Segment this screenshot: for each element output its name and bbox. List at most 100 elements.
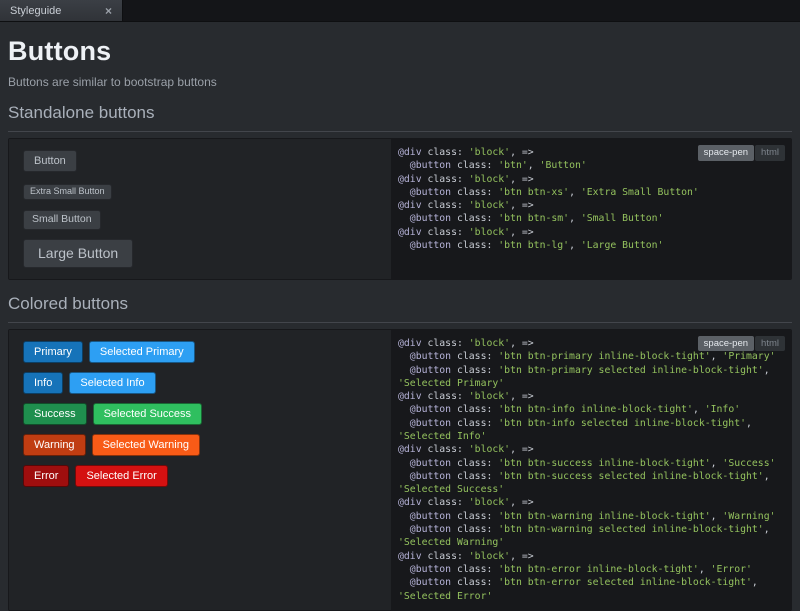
page-subtitle: Buttons are similar to bootstrap buttons <box>8 75 792 89</box>
badge-html[interactable]: html <box>755 145 785 161</box>
code-at-token: @div <box>398 497 422 508</box>
code-line: @button class: 'btn btn-info selected in… <box>398 417 784 444</box>
code-line: @button class: 'btn btn-error selected i… <box>398 576 784 603</box>
code-string-token: 'block' <box>469 227 510 238</box>
button-row: Error Selected Error <box>23 465 377 487</box>
styleguide-button[interactable]: Small Button <box>23 210 101 230</box>
example-code-panel: space-penhtml @div class: 'block', => @bu… <box>391 139 791 279</box>
styleguide-button[interactable]: Selected Success <box>93 403 202 425</box>
button-row: Warning Selected Warning <box>23 434 377 456</box>
code-string-token: 'Info' <box>705 404 740 415</box>
code-string-token: 'Selected Success' <box>398 484 504 495</box>
code-at-token: @button <box>410 418 451 429</box>
code-string-token: 'Success' <box>722 458 775 469</box>
example-row: Primary Selected Primary Info Selected Info… <box>8 329 792 611</box>
code-string-token: 'Error' <box>711 564 752 575</box>
code-at-token: @div <box>398 444 422 455</box>
code-at-token: @button <box>410 524 451 535</box>
button-row: Small Button <box>23 209 377 230</box>
code-line: @button class: 'btn btn-info inline-bloc… <box>398 403 784 416</box>
button-row: Info Selected Info <box>23 372 377 394</box>
code-language-badges: space-penhtml <box>697 145 785 161</box>
code-at-token: @div <box>398 200 422 211</box>
button-row: Extra Small Button <box>23 181 377 200</box>
button-row: Button <box>23 150 377 172</box>
code-line: @div class: 'block', => <box>398 199 784 212</box>
code-string-token: 'block' <box>469 147 510 158</box>
tab-bar: Styleguide × <box>0 0 800 22</box>
styleguide-section: Standalone buttons Button Extra Small Butt… <box>8 103 792 280</box>
code-string-token: 'Extra Small Button' <box>581 187 699 198</box>
code-string-token: 'btn' <box>498 160 528 171</box>
code-at-token: @button <box>410 404 451 415</box>
code-line: @div class: 'block', => <box>398 443 784 456</box>
code-at-token: @button <box>410 187 451 198</box>
code-string-token: 'Large Button' <box>581 240 664 251</box>
styleguide-button[interactable]: Extra Small Button <box>23 184 112 200</box>
code-at-token: @div <box>398 174 422 185</box>
code-string-token: 'Primary' <box>722 351 775 362</box>
code-at-token: @button <box>410 213 451 224</box>
styleguide-button[interactable]: Success <box>23 403 87 425</box>
code-string-token: 'btn btn-error inline-block-tight' <box>498 564 699 575</box>
styleguide-button[interactable]: Warning <box>23 434 86 456</box>
badge-space-pen[interactable]: space-pen <box>698 336 754 352</box>
styleguide-button[interactable]: Selected Info <box>69 372 155 394</box>
badge-space-pen[interactable]: space-pen <box>698 145 754 161</box>
styleguide-button[interactable]: Primary <box>23 341 83 363</box>
code-string-token: 'block' <box>469 497 510 508</box>
code-string-token: 'block' <box>469 551 510 562</box>
close-icon[interactable]: × <box>102 4 115 18</box>
section-heading: Standalone buttons <box>8 103 792 132</box>
code-at-token: @button <box>410 458 451 469</box>
section-heading: Colored buttons <box>8 294 792 323</box>
styleguide-button[interactable]: Error <box>23 465 69 487</box>
button-row: Primary Selected Primary <box>23 341 377 363</box>
styleguide-button[interactable]: Info <box>23 372 63 394</box>
styleguide-button[interactable]: Button <box>23 150 77 172</box>
code-string-token: 'block' <box>469 391 510 402</box>
styleguide-button[interactable]: Selected Error <box>75 465 167 487</box>
code-language-badges: space-penhtml <box>697 336 785 352</box>
code-string-token: 'Small Button' <box>581 213 664 224</box>
code-string-token: 'btn btn-error selected inline-block-tig… <box>498 577 752 588</box>
styleguide-button[interactable]: Selected Warning <box>92 434 200 456</box>
code-at-token: @button <box>410 511 451 522</box>
code-at-token: @button <box>410 160 451 171</box>
button-row: Success Selected Success <box>23 403 377 425</box>
styleguide-button[interactable]: Large Button <box>23 239 133 268</box>
code-string-token: 'Warning' <box>722 511 775 522</box>
code-line: @button class: 'btn btn-primary selected… <box>398 364 784 391</box>
code-line: @button class: 'btn btn-warning inline-b… <box>398 510 784 523</box>
code-string-token: 'btn btn-info inline-block-tight' <box>498 404 693 415</box>
code-line: @button class: 'btn', 'Button' <box>398 159 784 172</box>
code-line: @button class: 'btn btn-lg', 'Large Butt… <box>398 239 784 252</box>
code-at-token: @button <box>410 240 451 251</box>
code-at-token: @button <box>410 351 451 362</box>
styleguide-section: Colored buttons Primary Selected Primary In… <box>8 294 792 611</box>
code-string-token: 'btn btn-warning inline-block-tight' <box>498 511 710 522</box>
code-string-token: 'Selected Primary' <box>398 378 504 389</box>
styleguide-button[interactable]: Selected Primary <box>89 341 195 363</box>
code-string-token: 'Selected Error' <box>398 591 492 602</box>
tab-title: Styleguide <box>10 5 102 17</box>
code-string-token: 'btn btn-success inline-block-tight' <box>498 458 710 469</box>
code-at-token: @button <box>410 471 451 482</box>
code-at-token: @div <box>398 338 422 349</box>
sections: Standalone buttons Button Extra Small Butt… <box>8 103 792 611</box>
example-rendered-panel: Primary Selected Primary Info Selected Info… <box>9 330 391 610</box>
code-at-token: @div <box>398 227 422 238</box>
code-at-token: @button <box>410 577 451 588</box>
code-string-token: 'btn btn-primary inline-block-tight' <box>498 351 710 362</box>
code-string-token: 'btn btn-sm' <box>498 213 569 224</box>
badge-html[interactable]: html <box>755 336 785 352</box>
code-line: @button class: 'btn btn-error inline-blo… <box>398 563 784 576</box>
example-code-panel: space-penhtml @div class: 'block', => @bu… <box>391 330 791 610</box>
code-at-token: @button <box>410 564 451 575</box>
code-string-token: 'btn btn-info selected inline-block-tigh… <box>498 418 746 429</box>
code-string-token: 'block' <box>469 338 510 349</box>
code-string-token: 'btn btn-warning selected inline-block-t… <box>498 524 763 535</box>
code-line: @div class: 'block', => <box>398 550 784 563</box>
tab-styleguide[interactable]: Styleguide × <box>0 0 123 21</box>
example-row: Button Extra Small Button Small Button Larg… <box>8 138 792 280</box>
